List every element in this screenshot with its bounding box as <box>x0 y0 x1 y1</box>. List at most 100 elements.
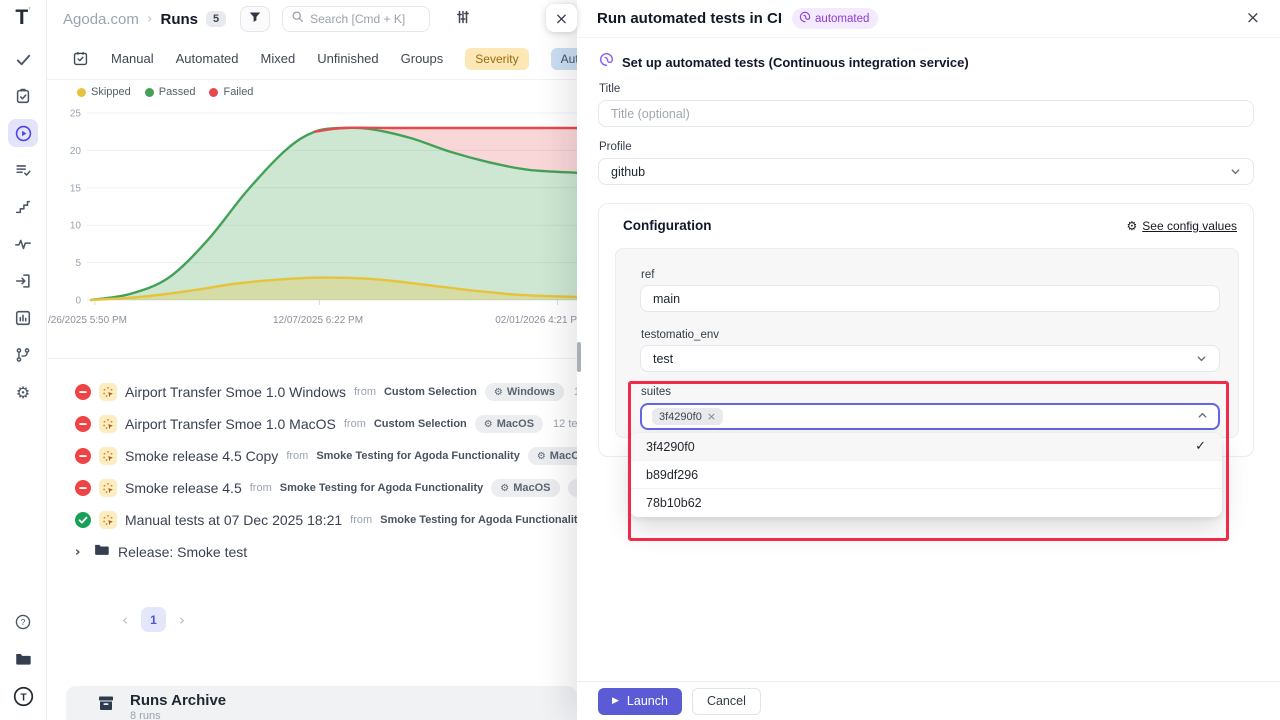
tab-automated[interactable]: Automated <box>176 51 239 66</box>
legend-skipped: Skipped <box>77 86 131 98</box>
run-row[interactable]: Airport Transfer Smoe 1.0 Windows from C… <box>47 376 577 408</box>
run-title[interactable]: Manual tests at 07 Dec 2025 18:21 <box>125 512 342 528</box>
drawer-close-button[interactable]: × <box>1246 10 1260 27</box>
import-icon <box>14 272 32 290</box>
divider <box>47 358 577 359</box>
gear-icon: ⚙ <box>494 387 503 398</box>
search-input[interactable] <box>310 12 420 26</box>
search-box[interactable] <box>282 6 430 32</box>
svg-text:?: ? <box>21 617 26 627</box>
archive-count: 8 runs <box>130 710 226 720</box>
run-row[interactable]: Airport Transfer Smoe 1.0 MacOS from Cus… <box>47 408 577 440</box>
suites-multiselect[interactable]: 3f4290f0 × <box>640 403 1220 430</box>
archive-title: Runs Archive <box>130 693 226 709</box>
sidebar-item-reports[interactable] <box>8 304 38 332</box>
check-icon: ✓ <box>1195 439 1206 454</box>
chart-x-axis: /26/2025 5:50 PM 12/07/2025 6:22 PM 02/0… <box>47 315 577 329</box>
sidebar-item-plans[interactable] <box>8 82 38 110</box>
run-title[interactable]: Smoke release 4.5 <box>125 480 242 496</box>
suite-chip: 3f4290f0 × <box>652 408 723 425</box>
page-title: Runs <box>161 11 199 28</box>
chevron-down-icon <box>1230 166 1241 177</box>
svg-text:10: 10 <box>70 221 82 232</box>
breadcrumb-project[interactable]: Agoda.com <box>63 11 139 28</box>
tab-unfinished[interactable]: Unfinished <box>317 51 378 66</box>
profile-select[interactable]: github <box>598 158 1254 185</box>
gear-icon: ⚙ <box>537 451 546 462</box>
run-row[interactable]: Smoke release 4.5 Copy from Smoke Testin… <box>47 440 577 472</box>
run-row[interactable]: Manual tests at 07 Dec 2025 18:21 from S… <box>47 504 577 536</box>
sidebar-item-projects[interactable] <box>8 645 38 673</box>
svg-text:5: 5 <box>75 258 81 269</box>
profile-value: github <box>611 165 645 179</box>
sidebar-item-tests[interactable] <box>8 45 38 73</box>
top-bar: Agoda.com › Runs 5 <box>47 0 577 38</box>
legend-failed: Failed <box>209 86 253 98</box>
pulse-icon <box>14 235 32 253</box>
runs-trend-chart: 0510152025 <box>47 104 577 314</box>
suites-option[interactable]: 3f4290f0 ✓ <box>630 433 1222 461</box>
filter-button[interactable] <box>240 6 270 32</box>
sidebar-item-steps[interactable] <box>8 193 38 221</box>
skipped-dot-icon <box>77 88 86 97</box>
env-badge: ⚙MacOS <box>528 447 577 465</box>
cancel-button[interactable]: Cancel <box>692 688 761 715</box>
sidebar-item-settings[interactable]: ⚙ <box>8 378 38 406</box>
see-config-values-link[interactable]: ⚙ See config values <box>1127 219 1238 233</box>
env-badge: ⚙Chrome <box>568 479 577 497</box>
list-check-icon <box>14 161 32 179</box>
severity-filter-pill[interactable]: Severity <box>465 48 528 70</box>
chevron-right-icon[interactable]: › <box>75 545 85 560</box>
tab-groups[interactable]: Groups <box>401 51 444 66</box>
release-folder-row[interactable]: › Release: Smoke test <box>47 536 577 568</box>
sidebar-item-import[interactable] <box>8 267 38 295</box>
tab-mixed[interactable]: Mixed <box>261 51 296 66</box>
suites-option[interactable]: b89df296 <box>630 461 1222 489</box>
automatable-filter-pill[interactable]: Automatable <box>551 48 577 70</box>
sidebar-item-pull-requests[interactable] <box>8 341 38 369</box>
sidebar-item-help[interactable]: ? <box>8 608 38 636</box>
from-label: from <box>344 418 366 430</box>
runs-archive-bar[interactable]: Runs Archive 8 runs <box>66 686 577 720</box>
section-title: Set up automated tests (Continuous integ… <box>622 55 969 70</box>
run-source: Smoke Testing for Agoda Functionality <box>316 450 520 462</box>
scrollbar-thumb[interactable] <box>577 342 581 372</box>
env-badge: ⚙MacOS <box>491 479 559 497</box>
title-field[interactable] <box>598 100 1254 127</box>
env-select[interactable]: test <box>640 345 1220 372</box>
profile-logo-icon[interactable]: T <box>8 682 38 710</box>
title-input[interactable] <box>611 107 1241 121</box>
prev-page-button[interactable]: ‹ <box>122 611 128 629</box>
chevron-up-icon <box>1197 408 1208 426</box>
sidebar-item-runs[interactable] <box>8 119 38 147</box>
automated-badge: automated <box>792 8 878 29</box>
select-runs-icon[interactable] <box>72 50 89 67</box>
env-label: testomatio_env <box>641 329 719 341</box>
sidebar-item-analytics[interactable] <box>8 230 38 258</box>
drawer-edge-close-button[interactable]: × <box>546 4 577 32</box>
next-page-button[interactable]: › <box>179 611 185 629</box>
suites-option[interactable]: 78b10b62 <box>630 489 1222 517</box>
chevron-down-icon <box>1196 353 1207 364</box>
folder-title[interactable]: Release: Smoke test <box>118 544 247 560</box>
gear-icon: ⚙ <box>500 483 509 494</box>
view-settings-button[interactable] <box>450 6 476 32</box>
x-tick-mid: 12/07/2025 6:22 PM <box>273 315 363 326</box>
svg-text:T: T <box>20 692 27 703</box>
tab-manual[interactable]: Manual <box>111 51 154 66</box>
launch-button[interactable]: ▶ Launch <box>598 688 682 715</box>
runs-list: Airport Transfer Smoe 1.0 Windows from C… <box>47 376 577 568</box>
sidebar-item-checklists[interactable] <box>8 156 38 184</box>
run-row[interactable]: Smoke release 4.5 from Smoke Testing for… <box>47 472 577 504</box>
failed-status-icon <box>75 416 91 432</box>
circled-t-icon: T <box>13 686 34 707</box>
env-value: test <box>653 352 673 366</box>
run-title[interactable]: Airport Transfer Smoe 1.0 Windows <box>125 384 346 400</box>
run-title[interactable]: Airport Transfer Smoe 1.0 MacOS <box>125 416 336 432</box>
chip-remove-icon[interactable]: × <box>707 410 716 423</box>
svg-text:15: 15 <box>70 183 82 194</box>
run-title[interactable]: Smoke release 4.5 Copy <box>125 448 278 464</box>
page-1-button[interactable]: 1 <box>141 607 166 632</box>
ref-field[interactable]: main <box>640 285 1220 312</box>
app-logo[interactable]: T' <box>15 6 30 36</box>
